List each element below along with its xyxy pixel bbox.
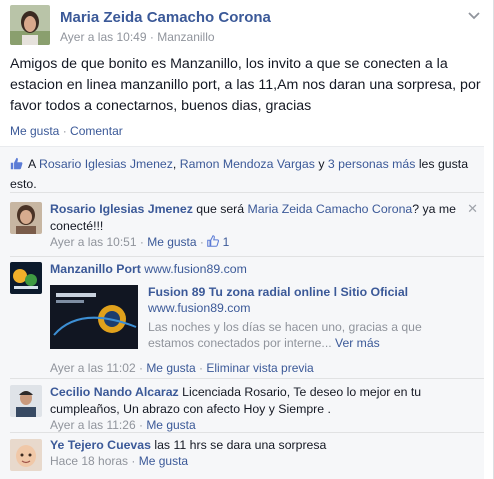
post-meta: Ayer a las 10:49 · Manzanillo [60,30,215,44]
comment-meta: Ayer a las 11:02 · Me gusta · Eliminar v… [50,361,314,375]
comment-button[interactable]: Comentar [70,124,123,138]
post-text: Amigos de que bonito es Manzanillo, los … [10,56,481,114]
post-header: Maria Zeida Camacho Corona Ayer a las 10… [10,5,484,47]
link-preview[interactable]: Fusion 89 Tu zona radial online l Sitio … [50,285,466,355]
remove-preview-button[interactable]: Eliminar vista previa [206,361,313,375]
comment-body: Cecilio Nando Alcaraz Licenciada Rosario… [50,384,470,418]
comment-item: Rosario Iglesias Jmenez que será Maria Z… [10,192,484,256]
liker-link-2[interactable]: Ramon Mendoza Vargas [180,157,315,171]
comment-mention[interactable]: Maria Zeida Camacho Corona [248,202,413,216]
comment-time[interactable]: Ayer a las 11:02 [50,361,136,375]
post-location[interactable]: Manzanillo [157,30,214,44]
likes-and: y [318,157,325,171]
comment-item: Ye Tejero Cuevas las 11 hrs se dara una … [10,432,484,479]
author-avatar[interactable] [10,5,50,45]
comment-time[interactable]: Ayer a las 11:26 [50,418,136,432]
comment-item: Manzanillo Port www.fusion89.com Fusion … [10,256,484,378]
liker-link-1[interactable]: Rosario Iglesias Jmenez [39,157,173,171]
commenter-name[interactable]: Cecilio Nando Alcaraz [50,385,179,399]
comment-like-button[interactable]: Me gusta [146,418,195,432]
likes-sep: , [172,157,177,171]
comment-text-before: que será [196,202,245,216]
commenter-name[interactable]: Manzanillo Port [50,262,141,276]
like-button[interactable]: Me gusta [10,124,59,138]
comment-item: Cecilio Nando Alcaraz Licenciada Rosario… [10,378,484,432]
chevron-down-icon[interactable] [468,7,480,23]
commenter-name[interactable]: Rosario Iglesias Jmenez [50,202,193,216]
likers-others-link[interactable]: 3 personas más [328,157,416,171]
commenter-avatar[interactable] [10,385,42,417]
preview-title[interactable]: Fusion 89 Tu zona radial online l Sitio … [148,285,408,299]
thumbs-up-icon [207,235,220,249]
comment-like-button[interactable]: Me gusta [139,454,188,468]
preview-desc-text: Las noches y los días se hacen uno, grac… [148,320,422,350]
comment-body: Manzanillo Port www.fusion89.com [50,261,470,278]
comment-body: Rosario Iglesias Jmenez que será Maria Z… [50,201,470,235]
preview-thumbnail[interactable] [50,285,138,349]
likes-prefix: A [28,157,36,171]
comment-meta: Hace 18 horas · Me gusta [50,454,188,468]
comment-like-count[interactable]: 1 [223,235,230,249]
comment-link[interactable]: www.fusion89.com [144,262,247,276]
post-time[interactable]: Ayer a las 10:49 [60,30,147,44]
author-name[interactable]: Maria Zeida Camacho Corona [60,9,271,26]
commenter-avatar[interactable] [10,439,42,471]
commenter-avatar[interactable] [10,262,42,294]
comment-body: Ye Tejero Cuevas las 11 hrs se dara una … [50,437,470,454]
thumbs-up-icon [10,157,24,175]
comment-meta: Ayer a las 11:26 · Me gusta [50,418,196,432]
comment-time[interactable]: Ayer a las 10:51 [50,235,137,249]
preview-url[interactable]: www.fusion89.com [148,301,251,315]
comment-like-button[interactable]: Me gusta [146,361,195,375]
action-dot: · [62,124,71,138]
comments-list: Rosario Iglesias Jmenez que será Maria Z… [0,192,484,479]
close-icon[interactable]: ✕ [467,201,478,217]
see-more-link[interactable]: Ver más [335,336,380,350]
commenter-name[interactable]: Ye Tejero Cuevas [50,438,151,452]
comment-text: las 11 hrs se dara una sorpresa [154,438,327,452]
commenter-avatar[interactable] [10,202,42,234]
feed-post: Maria Zeida Camacho Corona Ayer a las 10… [0,0,494,479]
comment-like-button[interactable]: Me gusta [147,235,196,249]
post-actions: Me gusta · Comentar [10,124,123,138]
comment-time[interactable]: Hace 18 horas [50,454,128,468]
preview-description: Las noches y los días se hacen uno, grac… [148,319,468,351]
comment-meta: Ayer a las 10:51 · Me gusta · 1 [50,235,229,249]
meta-dot: · [131,454,139,468]
